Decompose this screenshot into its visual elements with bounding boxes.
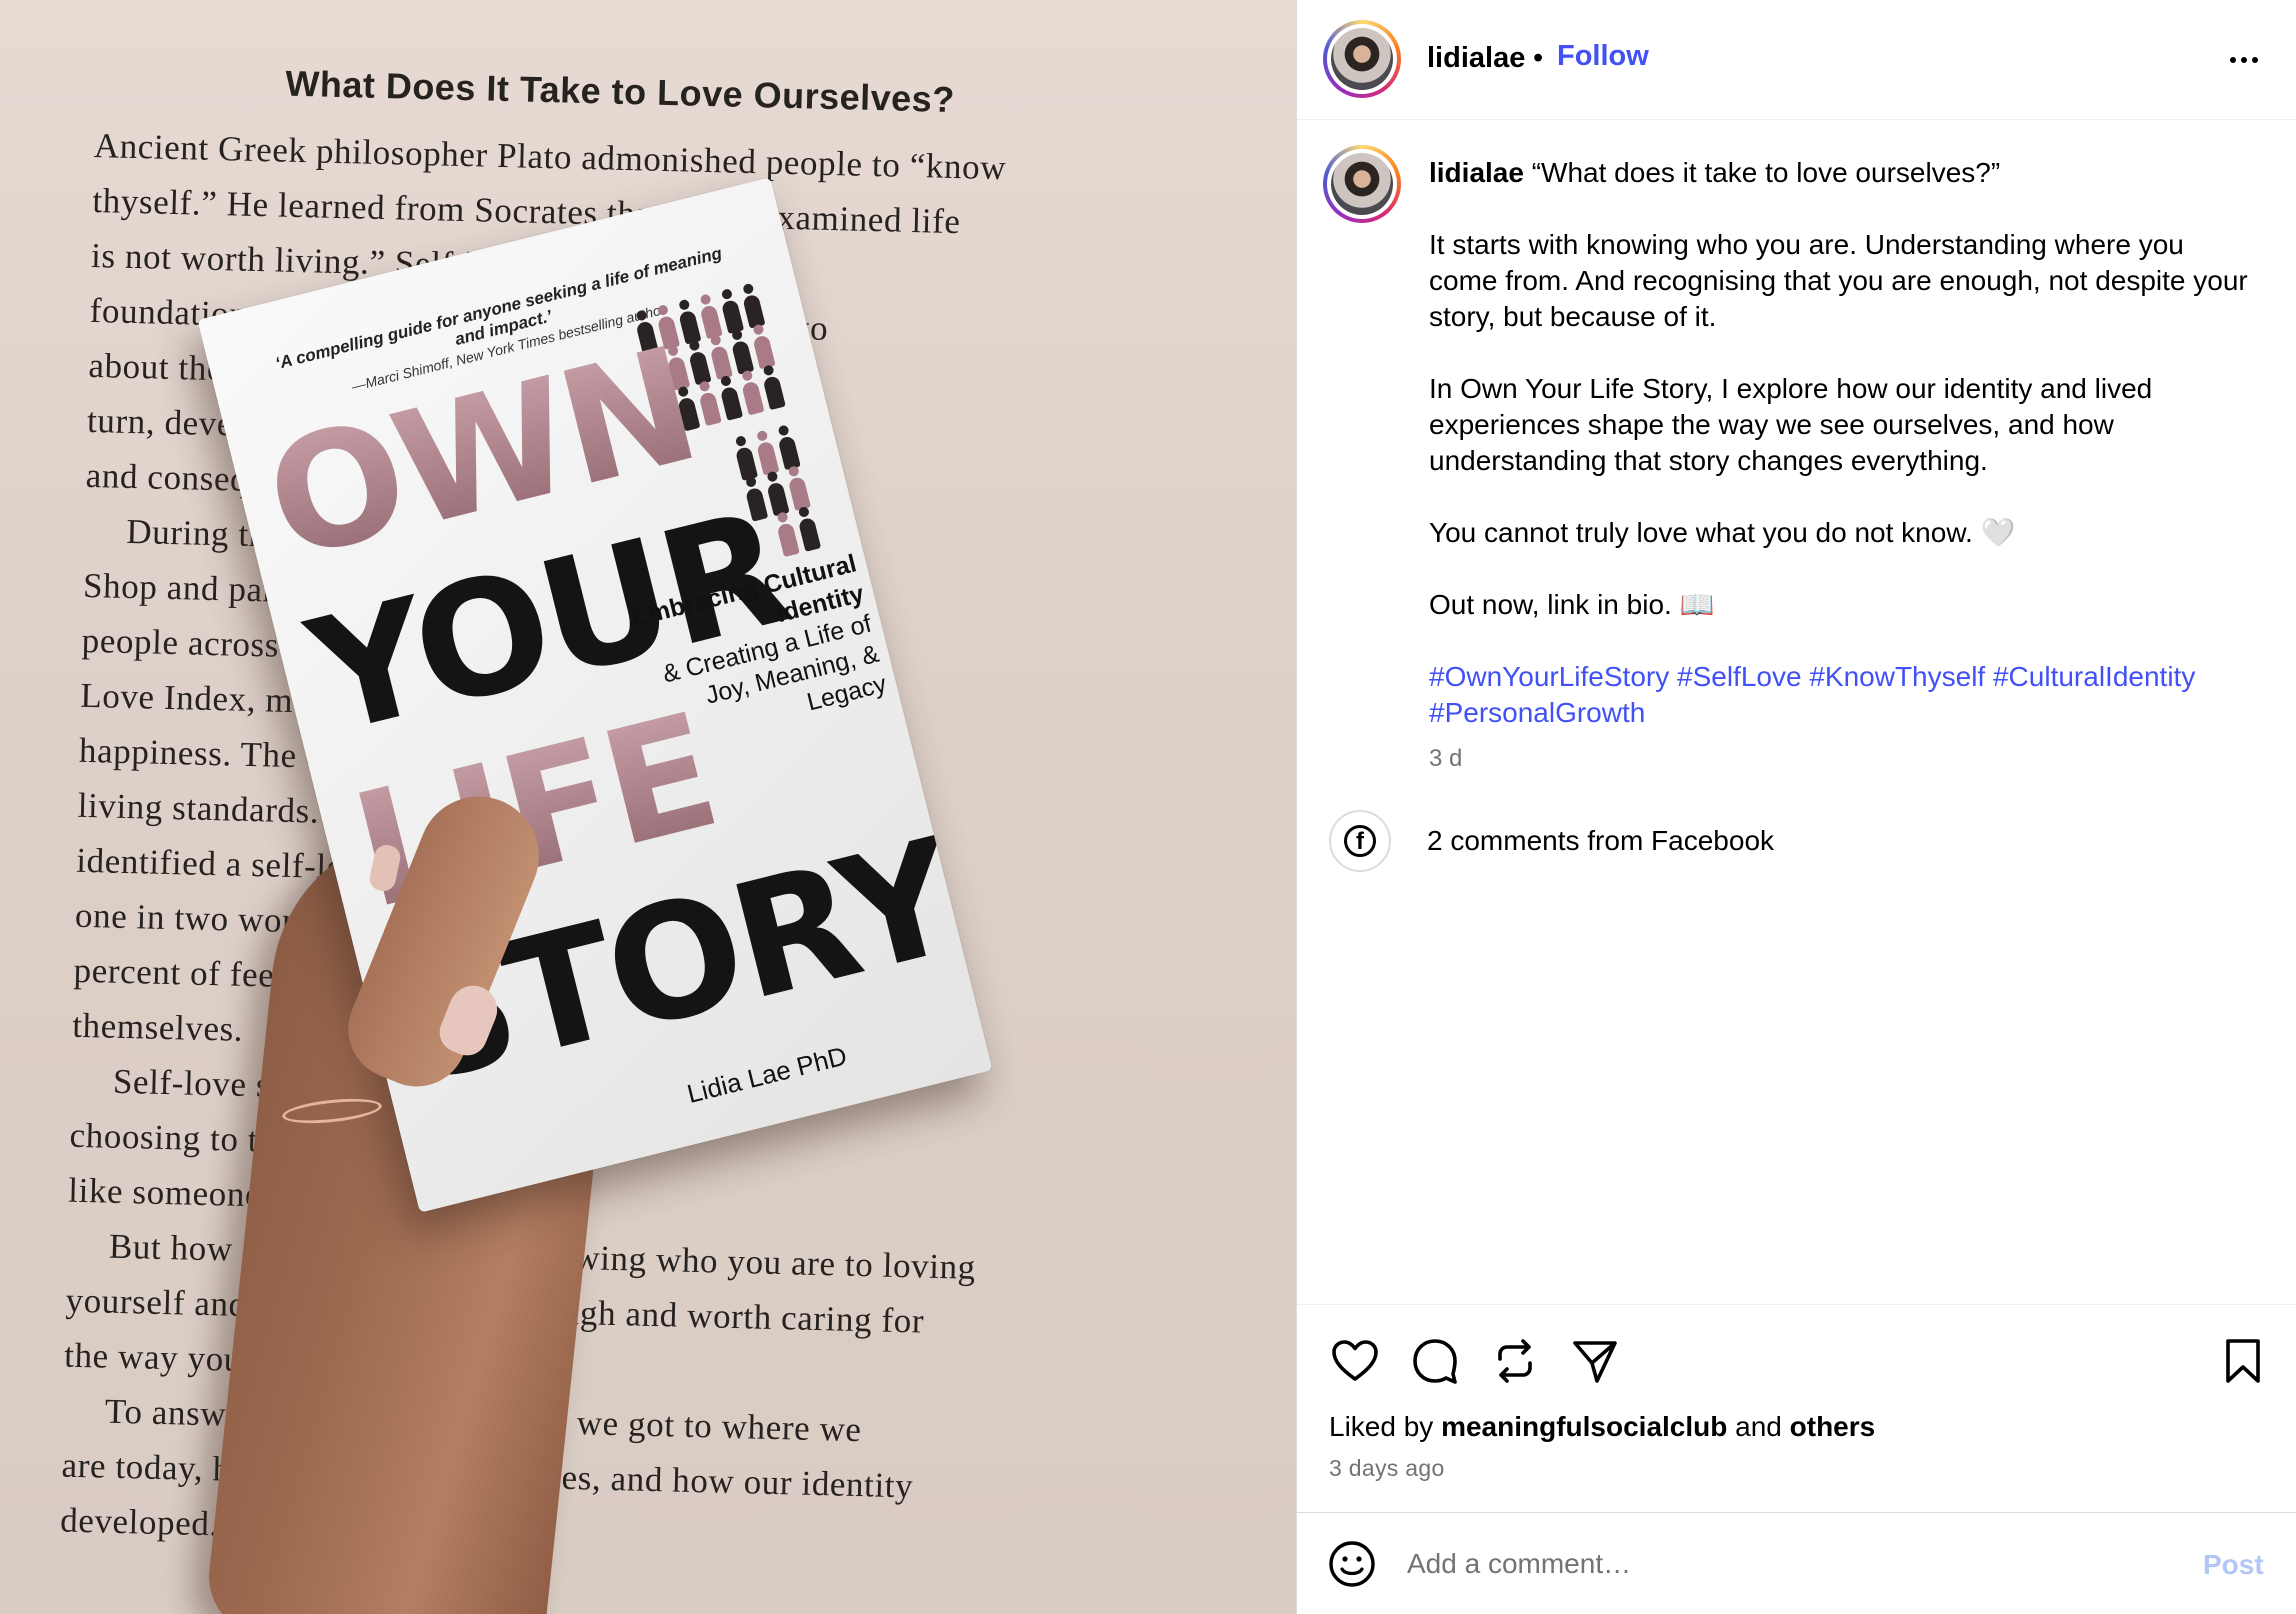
comment-icon[interactable] [1407, 1333, 1463, 1389]
caption-text: lidialae “What does it take to love ours… [1429, 155, 2259, 777]
separator-dot: • [1533, 42, 1544, 74]
post-timestamp[interactable]: 3 days ago [1329, 1455, 1445, 1482]
emoji-icon[interactable] [1327, 1539, 1377, 1589]
caption-paragraph: You cannot truly love what you do not kn… [1429, 517, 2016, 548]
post-header: lidialae • Follow [1297, 0, 2296, 120]
action-bar: Liked by meaningfulsocialclub and others… [1297, 1304, 2296, 1514]
hashtag-link[interactable]: #OwnYourLifeStory [1429, 661, 1669, 692]
repost-icon[interactable] [1487, 1333, 1543, 1389]
facebook-comments-link[interactable]: f 2 comments from Facebook [1329, 808, 1774, 874]
post-image[interactable]: What Does It Take to Love Ourselves? Anc… [0, 0, 1296, 1614]
heart-icon[interactable] [1327, 1333, 1383, 1389]
comment-bar: Post [1297, 1512, 2296, 1614]
post-comment-button[interactable]: Post [2203, 1549, 2264, 1581]
caption-username[interactable]: lidialae [1429, 157, 1524, 188]
likes-summary: Liked by meaningfulsocialclub and others [1329, 1411, 1876, 1442]
post-side-panel: lidialae • Follow lidialae “What does it… [1296, 0, 2296, 1614]
header-username[interactable]: lidialae [1427, 42, 1525, 75]
caption-timestamp[interactable]: 3 d [1429, 741, 2259, 777]
hashtag-link[interactable]: #KnowThyself [1809, 661, 1985, 692]
follow-button[interactable]: Follow [1557, 40, 1649, 73]
bookmark-icon[interactable] [2215, 1333, 2271, 1389]
caption-avatar[interactable] [1323, 145, 1401, 223]
share-icon[interactable] [1567, 1333, 1623, 1389]
likes-others-link[interactable]: others [1790, 1411, 1876, 1442]
hashtag-link[interactable]: #SelfLove [1677, 661, 1802, 692]
facebook-icon: f [1329, 810, 1391, 872]
facebook-comments-label: 2 comments from Facebook [1427, 825, 1775, 856]
hashtag-link[interactable]: #CulturalIdentity [1993, 661, 2195, 692]
hashtags: #OwnYourLifeStory #SelfLove #KnowThyself… [1429, 659, 2259, 731]
page-heading: What Does It Take to Love Ourselves? [284, 62, 956, 120]
caption-paragraph: In Own Your Life Story, I explore how ou… [1429, 373, 2153, 476]
more-options-icon[interactable] [2219, 40, 2269, 80]
caption-first-line: “What does it take to love ourselves?” [1531, 157, 2001, 188]
avatar[interactable] [1323, 20, 1401, 98]
caption-paragraph: It starts with knowing who you are. Unde… [1429, 229, 2248, 332]
caption-paragraph: Out now, link in bio. 📖 [1429, 589, 1715, 620]
hashtag-link[interactable]: #PersonalGrowth [1429, 697, 1645, 728]
comment-input[interactable] [1407, 1539, 2167, 1589]
liker-username[interactable]: meaningfulsocialclub [1441, 1411, 1727, 1442]
